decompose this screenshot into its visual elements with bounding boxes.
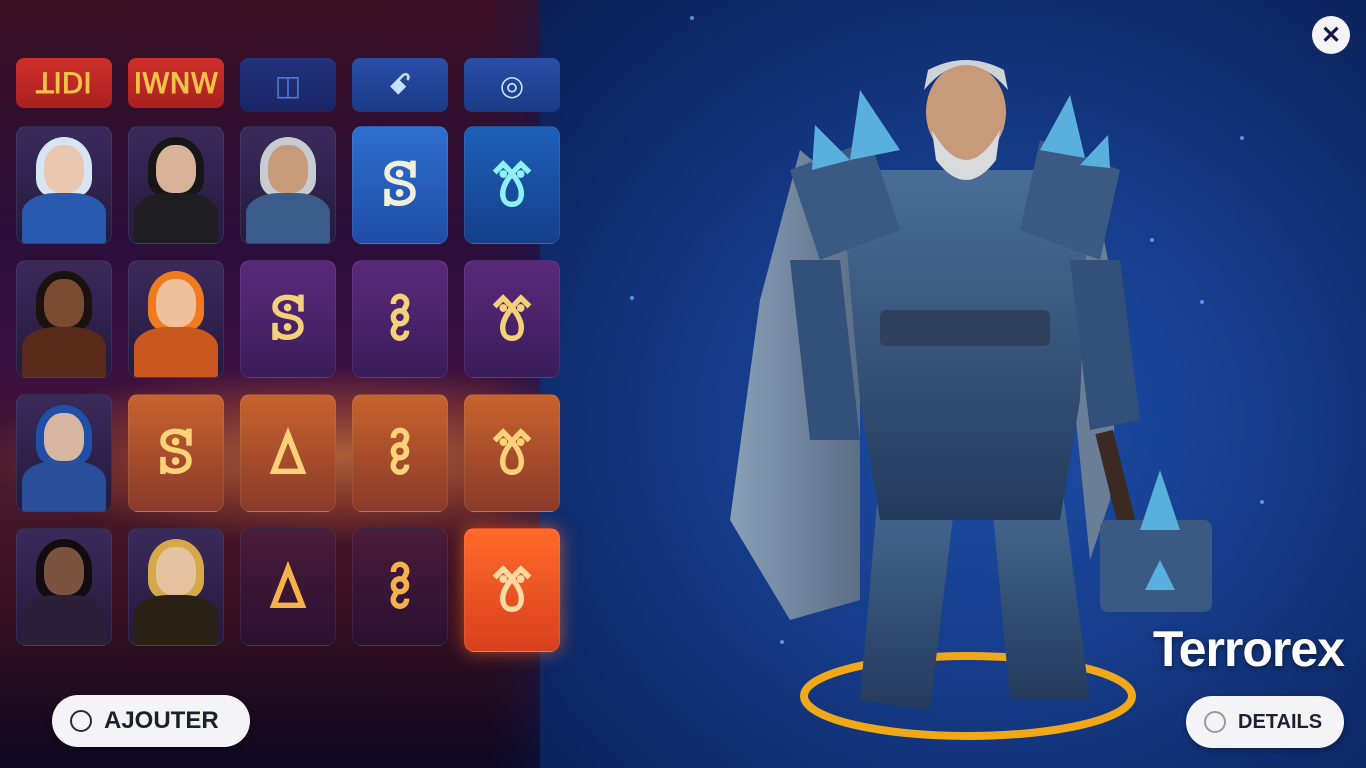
locked-character-card[interactable]: ꔢ (464, 528, 560, 652)
character-card-dark-rogue[interactable] (128, 126, 224, 244)
star (1150, 238, 1154, 242)
portrait-outfit (22, 193, 106, 243)
rune-glyph: ꕷ (157, 418, 195, 488)
rune-glyph: ꔢ (489, 418, 535, 488)
add-button-label: AJOUTER (104, 707, 219, 734)
locked-character-card[interactable]: ꔧ (352, 260, 448, 378)
rune-glyph: ꔢ (489, 150, 535, 220)
star (1240, 136, 1244, 140)
character-card-golden-scout[interactable] (128, 528, 224, 646)
character-card-frost-warrior[interactable] (240, 126, 336, 244)
rune-glyph: ꔧ (387, 418, 413, 488)
locked-character-card[interactable]: ꕔ (240, 528, 336, 646)
character-card-lava-brute[interactable] (16, 260, 112, 378)
star (630, 296, 634, 300)
category-tab[interactable]: ◫ (240, 58, 336, 112)
character-card-flame-maiden[interactable] (128, 260, 224, 378)
rune-glyph: ꔧ (387, 552, 413, 622)
portrait-outfit (134, 193, 218, 243)
portrait-outfit (134, 327, 218, 377)
star (1260, 500, 1264, 504)
category-tab[interactable]: ꓲꓪꓠꓪ (128, 58, 224, 108)
category-tab[interactable]: ꓕꓲꓓꓲ (16, 58, 112, 108)
rune-glyph: ꕷ (269, 284, 307, 354)
portrait-face (268, 145, 308, 193)
locked-character-card[interactable]: ꕷ (352, 126, 448, 244)
rune-glyph: ꔢ (489, 284, 535, 354)
locked-character-card[interactable]: ꔢ (464, 126, 560, 244)
character-name: Terrorex (1152, 621, 1345, 677)
category-tab[interactable]: ꗃ (352, 58, 448, 112)
details-button[interactable]: DETAILS (1186, 696, 1344, 748)
locked-character-card[interactable]: ꔧ (352, 394, 448, 512)
star (780, 640, 784, 644)
portrait-outfit (22, 595, 106, 645)
rune-glyph: ꕔ (266, 552, 310, 622)
category-tab[interactable]: ◎ (464, 58, 560, 112)
locked-character-card[interactable]: ꕷ (240, 260, 336, 378)
character-card-azure-knight[interactable] (16, 394, 112, 512)
rune-glyph: ꕷ (381, 150, 419, 220)
locked-character-card[interactable]: ꕷ (128, 394, 224, 512)
radio-icon (70, 710, 92, 732)
locked-character-card[interactable]: ꕔ (240, 394, 336, 512)
portrait-face (156, 145, 196, 193)
close-icon: ✕ (1320, 21, 1342, 49)
portrait-outfit (134, 595, 218, 645)
radio-icon (1204, 711, 1226, 733)
portrait-outfit (246, 193, 330, 243)
star (690, 16, 694, 20)
character-card-shadow-queen[interactable] (16, 528, 112, 646)
close-button[interactable]: ✕ (1312, 16, 1350, 54)
portrait-face (44, 547, 84, 595)
portrait-face (44, 145, 84, 193)
rune-glyph: ꔧ (387, 284, 413, 354)
character-grid: ꓕꓲꓓꓲ ꓲꓪꓠꓪ ◫ ꗃ ◎ ꕷ ꔢ ꕷ ꔧ ꔢ ꕷ ꕔ ꔧ ꔢ ꕔ ꔧ ꔢ (16, 58, 560, 668)
portrait-face (156, 547, 196, 595)
add-button[interactable]: AJOUTER (52, 695, 250, 747)
portrait-outfit (22, 461, 106, 511)
rune-glyph: ꔢ (489, 555, 535, 625)
portrait-face (44, 279, 84, 327)
locked-character-card[interactable]: ꔢ (464, 394, 560, 512)
portrait-outfit (22, 327, 106, 377)
portrait-face (44, 413, 84, 461)
locked-character-card[interactable]: ꔢ (464, 260, 560, 378)
portrait-face (156, 279, 196, 327)
character-card-ice-sorceress[interactable] (16, 126, 112, 244)
star (840, 260, 844, 264)
locked-character-card[interactable]: ꔧ (352, 528, 448, 646)
details-button-label: DETAILS (1238, 710, 1323, 733)
rune-glyph: ꕔ (266, 418, 310, 488)
star (1200, 300, 1204, 304)
